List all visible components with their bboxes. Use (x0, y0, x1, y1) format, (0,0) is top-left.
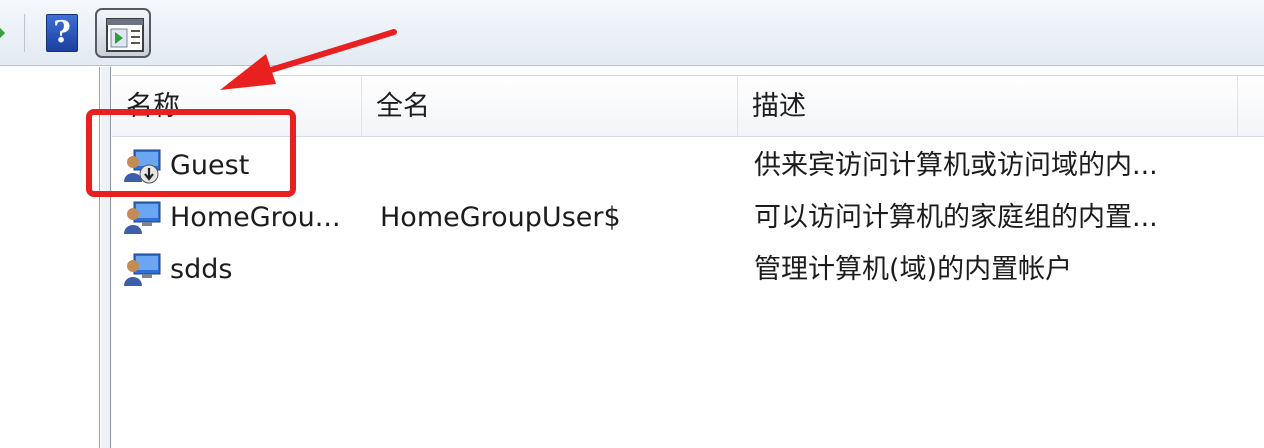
show-hide-action-pane-button[interactable] (95, 8, 151, 58)
table-row[interactable]: sdds 管理计算机(域)的内置帐户 (112, 244, 1264, 296)
row-full-name (380, 244, 730, 296)
help-button[interactable]: ? (46, 14, 78, 52)
annotation-arrow-icon (220, 29, 397, 90)
row-description: 管理计算机(域)的内置帐户 (754, 254, 1073, 285)
toolbar-separator (24, 14, 26, 52)
column-header-full-name[interactable]: 全名 (362, 76, 738, 136)
column-header-description[interactable]: 描述 (738, 76, 1238, 136)
row-name: HomeGrou... (170, 202, 341, 233)
row-description: 供来宾访问计算机或访问域的内... (754, 150, 1158, 181)
console-tree-pane[interactable] (0, 67, 100, 448)
row-description: 可以访问计算机的家庭组的内置... (754, 202, 1158, 233)
row-name: sdds (170, 254, 233, 285)
show-hide-action-pane-icon (106, 18, 144, 52)
user-icon (124, 201, 161, 234)
forward-arrow-icon[interactable] (0, 22, 8, 44)
row-full-name (380, 140, 730, 192)
annotation-highlight-box (86, 109, 296, 197)
toolbar: ? (0, 0, 1264, 66)
user-icon (124, 253, 161, 286)
row-full-name: HomeGroupUser$ (380, 202, 621, 233)
table-row[interactable]: HomeGrou... HomeGroupUser$ 可以访问计算机的家庭组的内… (112, 192, 1264, 244)
